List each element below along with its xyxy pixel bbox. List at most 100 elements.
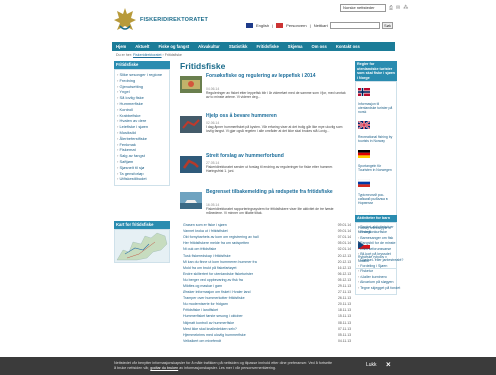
page-title: Fritidsfiske — [180, 61, 226, 71]
news-link[interactable]: Tusk fiskeredskap i fritidsfiske — [183, 254, 231, 258]
nav-item[interactable]: Statistikk — [229, 44, 248, 49]
germany-flag-icon — [358, 150, 370, 158]
logo-text: FISKERIDIREKTORATET — [140, 17, 209, 23]
nav-item[interactable]: Fritidsfiske — [256, 44, 278, 49]
article-title[interactable]: Begrenset tilbakemelding på rødspette fr… — [206, 189, 346, 196]
news-date: 27.11.13 — [338, 290, 351, 295]
kids-box: Aktiviteter for barn Banket aktivitetsdu… — [355, 215, 403, 295]
nav-item[interactable]: Fiske og fangst — [158, 44, 189, 49]
cookie-close-button[interactable]: Lukk — [366, 362, 377, 368]
news-link[interactable]: Fritidsfiske i landfisket — [183, 308, 218, 312]
article-summary: I dag åpner hummerfisket på kysten. Vår … — [206, 125, 343, 134]
article-image[interactable] — [180, 192, 202, 209]
breadcrumb-current: Fritidsfiske — [164, 53, 182, 57]
news-link[interactable]: Velksikert om mixefendt — [183, 339, 221, 343]
news-date: 20.11.13 — [338, 302, 351, 307]
news-date: 05.11.13 — [338, 332, 351, 337]
news-date: 16.12.13 — [337, 265, 351, 270]
tourist-rule-text[interactable]: Informasjon til utenlandske turister på … — [358, 102, 394, 114]
close-icon[interactable]: × — [386, 360, 391, 369]
norway-flag-icon — [358, 88, 370, 96]
site-select[interactable]: Norske nettsteder — [340, 4, 386, 12]
left-menu-list: Slike sesonger i regioneFredningGjenutse… — [114, 69, 170, 187]
news-link[interactable]: Mold fra om brukt på fiskefartøyet — [183, 266, 237, 270]
news-date: 26.11.13 — [338, 296, 351, 301]
tourist-rule-text[interactable]: Sportangeln für Touristen in Norwegen — [358, 164, 394, 172]
tourist-rule-item[interactable]: Турiстичний рос­сийский рыбалка в Норвег… — [357, 175, 394, 205]
news-date: 04.11.13 — [338, 338, 351, 343]
cookie-banner: Nettstedet vår benytter informasjonskaps… — [0, 357, 496, 375]
lock-icon — [276, 23, 284, 28]
search-button[interactable]: Søk — [382, 22, 393, 29]
article-summary: Fiskeridirektoratet sender ut forslag ti… — [206, 165, 334, 174]
news-link[interactable]: Nt ouk om fritidsfiske — [183, 247, 216, 251]
news-date: 20.12.13 — [337, 253, 351, 258]
tourist-rule-text[interactable]: Recreational fishing by tourists in Norw… — [358, 135, 394, 143]
news-date: 20.12.13 — [337, 259, 351, 264]
header-tools: Norske nettsteder ⎙ ✉ ⁂ — [340, 4, 408, 12]
share-icon[interactable]: ✉ — [396, 5, 400, 11]
map-thumbnail[interactable] — [114, 229, 170, 263]
news-link[interactable]: Ønsker informasjon om fisket i Hvaler la… — [183, 290, 251, 294]
news-link[interactable]: Nu moderniserte for fridgarn — [183, 302, 228, 306]
news-link[interactable]: Mildtes og maskar i garn — [183, 284, 222, 288]
news-link[interactable]: Hjemmekrims med ulovlig hummerfiske — [183, 333, 246, 337]
nav-item[interactable]: Aktuelt — [135, 44, 149, 49]
news-link[interactable]: Tramper over hummerkotter fritidsfiske — [183, 296, 245, 300]
news-link[interactable]: Grasen som er fiske i sjøen — [183, 223, 227, 227]
article-image[interactable] — [180, 116, 202, 133]
sitemap-link[interactable]: Nettkart — [314, 23, 328, 28]
kids-link[interactable]: Tegne skjegget på fondet — [358, 286, 400, 292]
uk-flag-icon — [246, 23, 253, 28]
privacy-link[interactable]: Personvern — [286, 23, 306, 28]
news-link[interactable]: Mi kan du finne ut kom hummeren hummer f… — [183, 260, 257, 264]
article-image[interactable] — [180, 156, 202, 173]
article-image[interactable] — [180, 76, 202, 93]
article-title[interactable]: Streit forslag av hummerforbund — [206, 153, 346, 160]
news-date: 02.01.14 — [337, 247, 351, 252]
news-date: 29.11.13 — [338, 283, 351, 288]
news-link[interactable]: Her fritidsfiskere melde fra om rødspett… — [183, 241, 249, 245]
tourist-rule-item[interactable]: Sportangeln für Touristen in Norwegen — [358, 146, 394, 172]
article-summary: Fiskeridirektoratet rapporteringssystem … — [206, 207, 334, 216]
news-row: Velksikert om mixefendt 04.11.13 — [183, 338, 351, 344]
nav-item[interactable]: Om oss — [311, 44, 326, 49]
article-summary: Reguleringer av fisket etter leppefisk b… — [206, 91, 346, 100]
news-date: 07.11.13 — [338, 326, 351, 331]
news-date: 15.11.13 — [338, 314, 351, 319]
news-link[interactable]: Nu berger ved oppbevaring av fisk fra — [183, 278, 243, 282]
language-bar: English | Personvern | Nettkart — [246, 23, 328, 28]
news-link[interactable]: Vannet kroka ut i fritidsfisket — [183, 229, 228, 233]
coat-of-arms-icon — [114, 8, 136, 30]
left-menu: Fritidsfiske Slike sesonger i regioneFre… — [114, 61, 170, 187]
kids-link[interactable]: Gjødsel- eller jantestreabt? — [358, 258, 403, 264]
lang-english[interactable]: English — [256, 23, 269, 28]
tourist-rule-item[interactable]: Informasjon til utenlandske turister på … — [358, 84, 394, 114]
left-menu-item[interactable]: Utfiskestilbudet — [117, 176, 167, 182]
news-link[interactable]: Hummerfisket første sesong i oktober — [183, 314, 243, 318]
tourist-rules-title: Regler for utenlandske turister som skal… — [355, 61, 397, 81]
print-icon[interactable]: ⎙ — [389, 5, 393, 11]
uk-flag-icon — [357, 120, 371, 130]
news-date: 07.01.14 — [337, 235, 351, 240]
main-nav: Hjem Aktuelt Fiske og fangst Akvakultur … — [112, 42, 395, 51]
left-menu-item[interactable]: Slike sesonger i regione — [117, 72, 167, 78]
rss-icon[interactable]: ⁂ — [403, 5, 408, 11]
nav-item[interactable]: Hjem — [116, 44, 126, 49]
news-link[interactable]: Mest ikke skal knalledekken selv? — [183, 327, 237, 331]
breadcrumb-home[interactable]: Fiskeridirektoratet — [133, 53, 162, 57]
news-link[interactable]: Okt fornybarhets av kom om registrering … — [183, 235, 259, 239]
cookie-link[interactable]: godtar du bruken — [150, 366, 178, 370]
news-link[interactable]: Nkjmatt kontroll av hummerfiske — [183, 321, 234, 325]
news-date: 18.11.13 — [338, 308, 351, 313]
news-link[interactable]: Endre skiltertert for utenlandske fisket… — [183, 272, 253, 276]
tourist-rule-item[interactable]: Recreational fishing by tourists in Norw… — [357, 117, 394, 143]
tourist-rule-text[interactable]: Турiстичний рос­сийский рыбалка в Норвег… — [358, 193, 394, 205]
nav-item[interactable]: Kontakt oss — [336, 44, 360, 49]
site-logo[interactable]: FISKERIDIREKTORATET — [113, 6, 208, 34]
article-title[interactable]: Hjelp oss å bevare hummeren — [206, 113, 346, 120]
nav-item[interactable]: Skjema — [288, 44, 303, 49]
nav-item[interactable]: Akvakultur — [198, 44, 220, 49]
article-title[interactable]: Forsøksfiske og regulering av lepp­efisk… — [206, 73, 346, 80]
search-input[interactable] — [330, 22, 380, 29]
